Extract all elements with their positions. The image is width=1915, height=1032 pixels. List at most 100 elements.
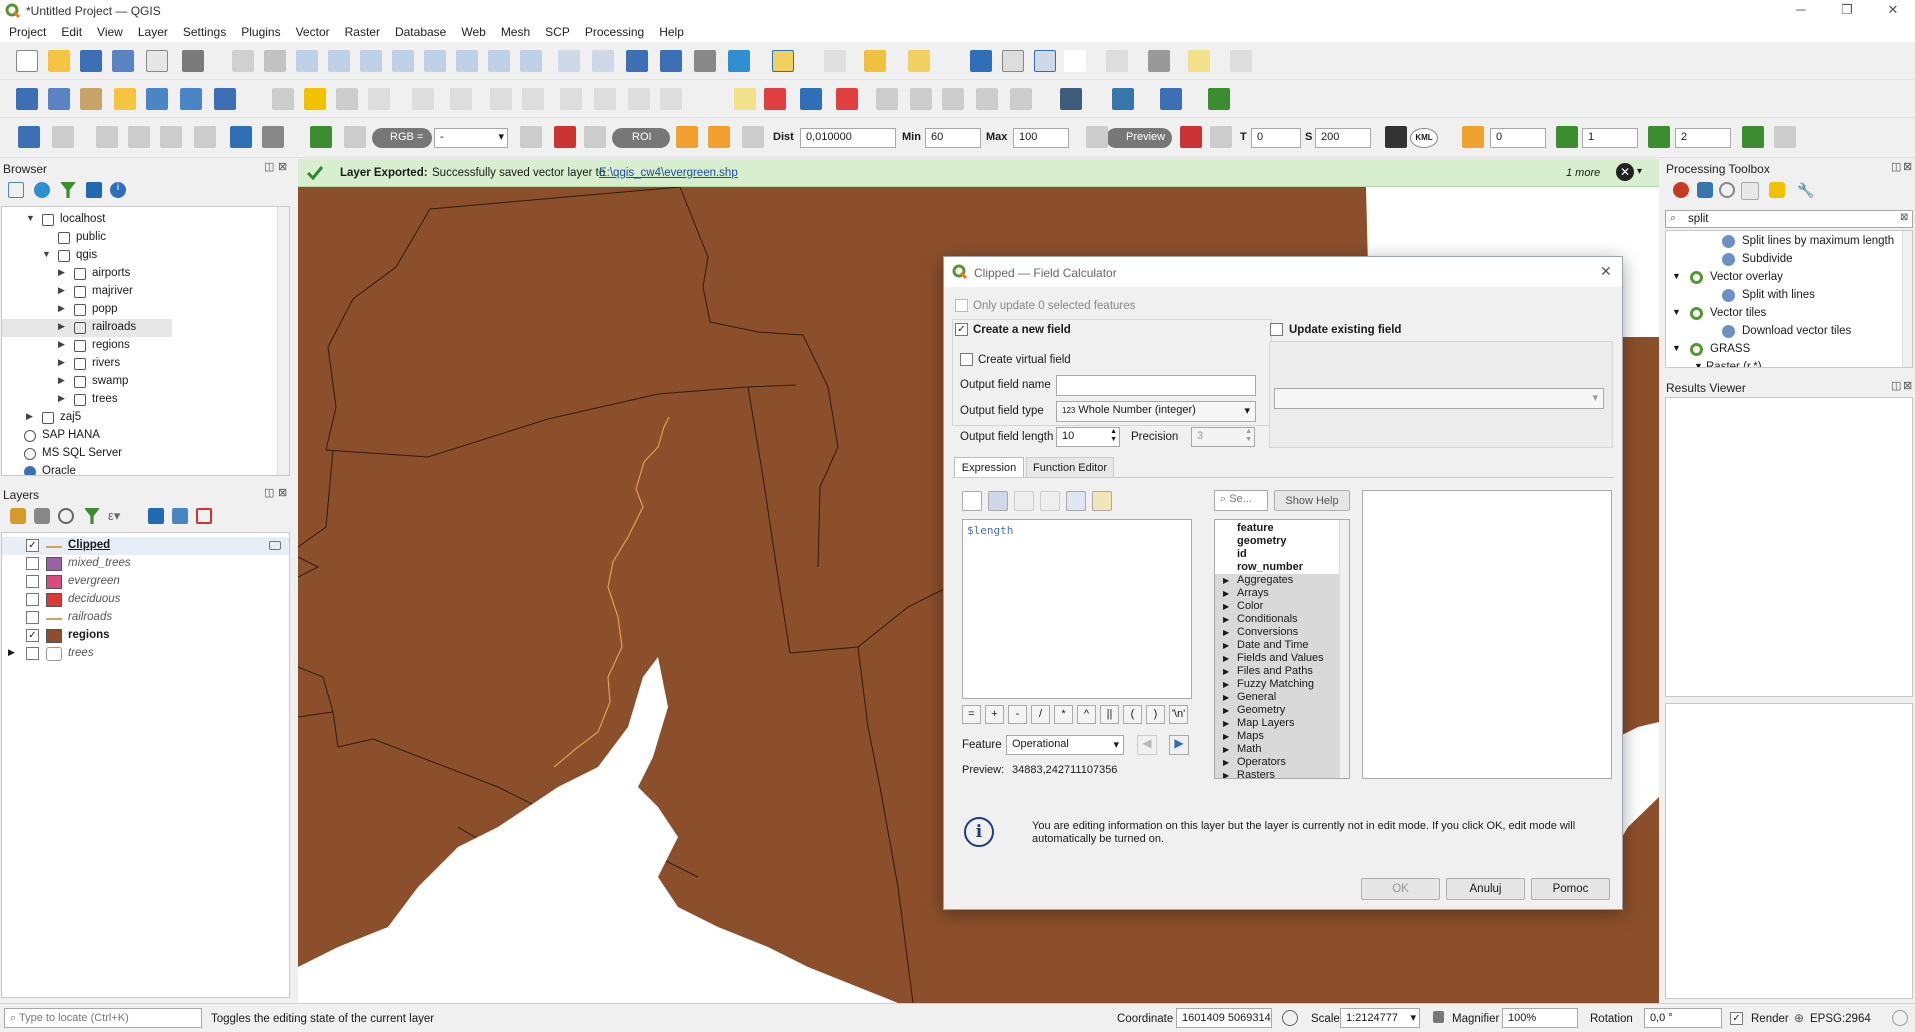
zoom-full-icon[interactable] xyxy=(360,50,382,72)
scp-next3-icon[interactable] xyxy=(1742,126,1764,148)
previous-feature-icon[interactable]: ◀ xyxy=(1137,735,1157,755)
collapse-arrow-icon[interactable]: ▶ xyxy=(58,321,65,332)
edit-icon[interactable] xyxy=(1014,491,1034,511)
collapse-arrow-icon[interactable]: ▶ xyxy=(58,393,65,404)
scp-polygon-icon[interactable] xyxy=(520,126,542,148)
more-messages[interactable]: 1 more xyxy=(1566,167,1600,179)
collapse-arrow-icon[interactable]: ▶ xyxy=(58,267,65,278)
processing-item-split-with-lines[interactable]: Split with lines xyxy=(1666,287,1902,305)
preview-button[interactable]: Preview xyxy=(1106,128,1172,148)
function-item-conditionals[interactable]: ▶ Conditionals xyxy=(1215,613,1339,626)
vertex-tool-icon[interactable] xyxy=(412,88,434,110)
label-toolbar-icon[interactable] xyxy=(734,88,756,110)
layer-visibility-checkbox[interactable] xyxy=(26,557,39,570)
dist-input[interactable]: 0,010000 xyxy=(800,128,896,148)
copy-icon[interactable] xyxy=(560,88,582,110)
close-panel-icon[interactable]: ⊠ xyxy=(278,486,287,499)
style-icon[interactable] xyxy=(10,508,26,524)
open-layout-icon[interactable] xyxy=(1106,50,1128,72)
function-search-input[interactable]: ⌕ Se... xyxy=(1214,490,1268,511)
label-highlight-icon[interactable] xyxy=(836,88,858,110)
new-temp-layer-icon[interactable] xyxy=(114,88,136,110)
processing-item-subdivide[interactable]: Subdivide xyxy=(1666,251,1902,269)
function-item-math[interactable]: ▶ Math xyxy=(1215,743,1339,756)
magnifier-input[interactable]: 100% xyxy=(1502,1008,1578,1028)
max-input[interactable]: 100 xyxy=(1013,128,1069,148)
browser-item-swamp[interactable]: ▶ swamp xyxy=(2,373,272,391)
scp-classification-icon[interactable] xyxy=(1180,126,1202,148)
results-icon[interactable] xyxy=(1741,182,1759,200)
layer-item-mixed-trees[interactable]: mixed_trees xyxy=(2,555,289,573)
function-item-arrays[interactable]: ▶ Arrays xyxy=(1215,587,1339,600)
delete-selected-icon[interactable] xyxy=(490,88,512,110)
function-item-id[interactable]: id xyxy=(1215,548,1339,561)
function-item-fields-and-values[interactable]: ▶ Fields and Values xyxy=(1215,652,1339,665)
show-help-button[interactable]: Show Help xyxy=(1274,490,1350,511)
collapse-arrow-icon[interactable]: ▶ xyxy=(58,357,65,368)
layer-visibility-checkbox[interactable] xyxy=(26,611,39,624)
add-mesh-icon[interactable] xyxy=(214,88,236,110)
remove-layer-icon[interactable] xyxy=(196,508,212,524)
function-item-color[interactable]: ▶ Color xyxy=(1215,600,1339,613)
scp-band-set-icon[interactable] xyxy=(310,126,332,148)
function-list-scrollbar[interactable] xyxy=(1339,520,1349,778)
update-existing-checkbox[interactable] xyxy=(1270,323,1283,336)
expression-filter-icon[interactable]: ε▾ xyxy=(108,508,132,524)
save-icon[interactable] xyxy=(988,491,1008,511)
processing-item-download-vector-tiles[interactable]: Download vector tiles xyxy=(1666,323,1902,341)
layer-item-deciduous[interactable]: deciduous xyxy=(2,591,289,609)
scp-indicator-icon[interactable] xyxy=(1462,126,1484,148)
feature-select[interactable]: Operational ▾ xyxy=(1006,735,1124,755)
processing-item-grass[interactable]: ▼ GRASS xyxy=(1666,341,1902,359)
function-item-rasters[interactable]: ▶ Rasters xyxy=(1215,769,1339,778)
function-item-row-number[interactable]: row_number xyxy=(1215,561,1339,574)
float-panel-icon[interactable]: ◫ xyxy=(264,486,274,499)
collapse-all-icon[interactable] xyxy=(172,508,188,524)
collapse-arrow-icon[interactable]: ▶ xyxy=(26,411,33,422)
expand-arrow-icon[interactable]: ▶ xyxy=(1223,574,1229,587)
roi-button[interactable]: ROI xyxy=(612,128,670,148)
float-panel-icon[interactable]: ◫ xyxy=(264,160,274,173)
zoom-layer-icon[interactable] xyxy=(424,50,446,72)
expand-arrow-icon[interactable]: ▶ xyxy=(8,647,15,658)
processing-item-split-lines-by-maximum-length[interactable]: Split lines by maximum length xyxy=(1666,233,1902,251)
function-item-maps[interactable]: ▶ Maps xyxy=(1215,730,1339,743)
menu-edit[interactable]: Edit xyxy=(52,22,88,39)
precision-input[interactable]: 3 ▲ ▼ xyxy=(1191,427,1255,447)
message-link[interactable]: E:\qgis_cw4\evergreen.shp xyxy=(599,167,738,179)
expression-editor[interactable]: $length xyxy=(962,519,1192,699)
browser-item-localhost[interactable]: ▼ localhost xyxy=(2,211,272,229)
extents-icon[interactable] xyxy=(1282,1010,1298,1026)
layer-item-clipped[interactable]: ✓ Clipped xyxy=(2,537,289,555)
identify-icon[interactable] xyxy=(970,50,992,72)
browser-item-regions[interactable]: ▶ regions xyxy=(2,337,272,355)
processing-item-raster-r-[interactable]: ▼ Raster (r.*) xyxy=(1666,359,1902,367)
menu-plugins[interactable]: Plugins xyxy=(232,22,286,39)
label-change-icon[interactable] xyxy=(942,88,964,110)
cancel-button[interactable]: Anuluj xyxy=(1446,878,1525,900)
expand-arrow-icon[interactable]: ▶ xyxy=(1223,717,1229,730)
browser-item-qgis[interactable]: ▼ qgis xyxy=(2,247,272,265)
label-move-icon[interactable] xyxy=(876,88,898,110)
ok-button[interactable]: OK xyxy=(1361,878,1440,900)
operator-button[interactable]: - xyxy=(1008,705,1027,724)
expand-arrow-icon[interactable]: ▶ xyxy=(1223,613,1229,626)
scp-redo-icon[interactable] xyxy=(742,126,764,148)
style-manager-icon[interactable] xyxy=(182,50,204,72)
expand-arrow-icon[interactable]: ▶ xyxy=(1223,691,1229,704)
save-as-icon[interactable] xyxy=(112,50,134,72)
scp-draw-icon[interactable] xyxy=(676,126,698,148)
browser-scrollbar[interactable] xyxy=(277,207,289,475)
scp-next2-icon[interactable] xyxy=(1648,126,1670,148)
float-panel-icon[interactable]: ◫ xyxy=(1891,379,1901,392)
show-bookmarks-icon[interactable] xyxy=(660,50,682,72)
info-icon[interactable]: i xyxy=(110,182,126,198)
expand-arrow-icon[interactable]: ▶ xyxy=(1223,769,1229,778)
python-icon[interactable] xyxy=(1697,182,1713,198)
menu-settings[interactable]: Settings xyxy=(174,22,232,39)
scp-target-icon[interactable] xyxy=(96,126,118,148)
float-panel-icon[interactable]: ◫ xyxy=(1891,160,1901,173)
menu-layer[interactable]: Layer xyxy=(129,22,174,39)
expand-arrow-icon[interactable]: ▶ xyxy=(1223,639,1229,652)
plugin-icon[interactable] xyxy=(1208,88,1230,110)
